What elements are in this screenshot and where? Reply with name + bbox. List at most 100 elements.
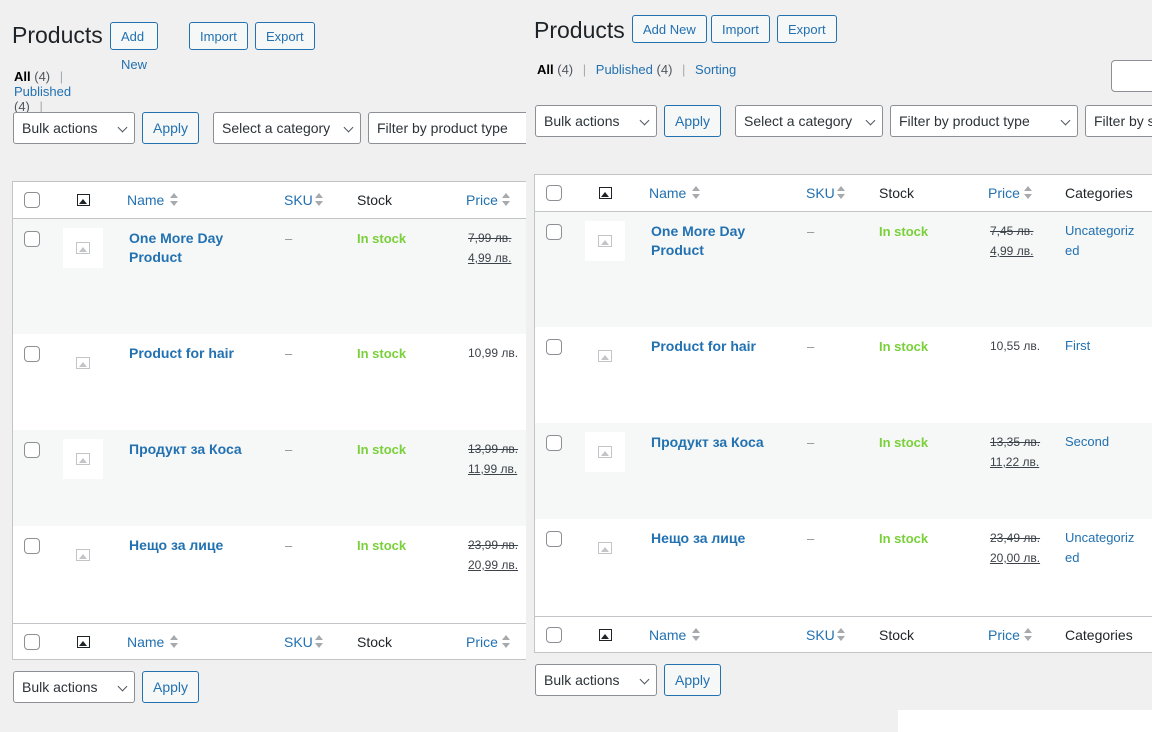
- row-checkbox[interactable]: [24, 231, 40, 247]
- import-button[interactable]: Import: [711, 15, 770, 43]
- apply-button[interactable]: Apply: [142, 112, 200, 144]
- sort-arrows-icon[interactable]: [692, 628, 700, 642]
- bulk-actions-select-bottom[interactable]: Bulk actions: [535, 664, 657, 696]
- sort-arrows-icon[interactable]: [315, 193, 323, 207]
- column-name-header[interactable]: Name: [649, 185, 686, 201]
- view-sorting-link[interactable]: Sorting: [695, 62, 736, 77]
- sort-arrows-icon[interactable]: [170, 635, 178, 649]
- column-sku-header[interactable]: SKU: [806, 185, 835, 201]
- select-all-checkbox[interactable]: [24, 634, 40, 650]
- row-checkbox[interactable]: [24, 346, 40, 362]
- select-all-checkbox[interactable]: [546, 627, 562, 643]
- column-name-header[interactable]: Name: [127, 192, 164, 208]
- select-all-checkbox[interactable]: [24, 192, 40, 208]
- sort-arrows-icon[interactable]: [502, 635, 510, 649]
- column-price-header[interactable]: Price: [466, 634, 498, 650]
- bulk-actions-select[interactable]: Bulk actions: [535, 105, 657, 137]
- placeholder-image-icon: [598, 446, 612, 458]
- export-button[interactable]: Export: [255, 22, 315, 50]
- stock-status-filter-select[interactable]: Filter by s: [1085, 105, 1152, 137]
- column-price-header[interactable]: Price: [988, 185, 1020, 201]
- apply-button-bottom[interactable]: Apply: [142, 671, 200, 703]
- product-category-link[interactable]: Second: [1065, 432, 1109, 452]
- column-sku-header[interactable]: SKU: [284, 634, 313, 650]
- product-name-link[interactable]: Product for hair: [129, 344, 234, 363]
- bulk-actions-select-bottom[interactable]: Bulk actions: [13, 671, 135, 703]
- bulk-actions-select[interactable]: Bulk actions: [13, 112, 135, 144]
- product-thumbnail[interactable]: [63, 439, 103, 479]
- row-checkbox[interactable]: [546, 339, 562, 355]
- product-thumbnail[interactable]: [63, 535, 103, 575]
- table-row: One More Day Product – In stock 7,45 лв. 4…: [535, 212, 1152, 327]
- bulk-actions-label: Bulk actions: [22, 679, 98, 695]
- category-filter-select[interactable]: Select a category: [735, 105, 883, 137]
- row-checkbox[interactable]: [546, 435, 562, 451]
- product-name-link[interactable]: Продукт за Коса: [129, 440, 242, 459]
- sort-arrows-icon[interactable]: [315, 635, 323, 649]
- product-thumbnail[interactable]: [585, 221, 625, 261]
- row-checkbox[interactable]: [24, 442, 40, 458]
- product-price: 10,55 лв.: [990, 339, 1041, 353]
- column-stock-header: Stock: [879, 627, 915, 643]
- product-category-link[interactable]: Uncategoriz ed: [1065, 528, 1134, 568]
- product-sku: –: [807, 224, 815, 239]
- column-stock-header: Stock: [879, 185, 915, 201]
- search-input[interactable]: [1111, 60, 1152, 92]
- product-category-link[interactable]: Uncategoriz ed: [1065, 221, 1134, 261]
- row-checkbox[interactable]: [546, 224, 562, 240]
- sort-arrows-icon[interactable]: [692, 186, 700, 200]
- product-price: 23,99 лв. 20,99 лв.: [468, 535, 518, 575]
- product-name-link[interactable]: Product for hair: [651, 337, 756, 356]
- product-type-filter-select[interactable]: Filter by product type: [368, 112, 526, 144]
- apply-button-bottom[interactable]: Apply: [664, 664, 722, 696]
- column-price-header[interactable]: Price: [988, 627, 1020, 643]
- product-sku: –: [807, 435, 815, 450]
- product-name-link[interactable]: Нещо за лице: [651, 529, 745, 548]
- product-thumbnail[interactable]: [585, 528, 625, 568]
- export-button[interactable]: Export: [777, 15, 837, 43]
- sort-arrows-icon[interactable]: [837, 186, 845, 200]
- product-thumbnail[interactable]: [63, 228, 103, 268]
- sort-arrows-icon[interactable]: [502, 193, 510, 207]
- column-price-header[interactable]: Price: [466, 192, 498, 208]
- product-thumbnail[interactable]: [585, 336, 625, 376]
- import-button[interactable]: Import: [189, 22, 248, 50]
- product-sku: –: [807, 531, 815, 546]
- stock-status: In stock: [879, 435, 929, 450]
- view-all-link[interactable]: All: [14, 69, 31, 84]
- add-new-button[interactable]: Add New: [110, 22, 158, 72]
- product-thumbnail[interactable]: [63, 343, 103, 383]
- row-checkbox[interactable]: [546, 531, 562, 547]
- column-name-header[interactable]: Name: [649, 627, 686, 643]
- regular-price: 7,99 лв.: [468, 231, 512, 245]
- table-row: One More Day Product – In stock 7,99 лв. 4…: [13, 219, 526, 334]
- products-table: Name SKU Stock Price One More Day Product…: [12, 181, 526, 660]
- column-name-header[interactable]: Name: [127, 634, 164, 650]
- right-screenshot-panel: Products Add New Import Export All (4) |…: [526, 0, 1152, 710]
- view-published-link[interactable]: Published: [596, 62, 653, 77]
- sort-arrows-icon[interactable]: [1024, 628, 1032, 642]
- table-row: Product for hair – In stock 10,99 лв.: [13, 334, 526, 430]
- add-new-button[interactable]: Add New: [632, 15, 707, 43]
- sort-arrows-icon[interactable]: [837, 628, 845, 642]
- product-type-filter-select[interactable]: Filter by product type: [890, 105, 1078, 137]
- sort-arrows-icon[interactable]: [170, 193, 178, 207]
- view-separator: |: [682, 62, 686, 77]
- category-filter-select[interactable]: Select a category: [213, 112, 361, 144]
- product-thumbnail[interactable]: [585, 432, 625, 472]
- product-name-link[interactable]: Продукт за Коса: [651, 433, 764, 452]
- product-category-link[interactable]: First: [1065, 336, 1090, 356]
- row-checkbox[interactable]: [24, 538, 40, 554]
- product-name-link[interactable]: Нещо за лице: [129, 536, 223, 555]
- view-all-link[interactable]: All: [537, 62, 554, 77]
- column-sku-header[interactable]: SKU: [806, 627, 835, 643]
- chevron-down-icon: [1060, 115, 1071, 126]
- view-published-link[interactable]: Published: [14, 84, 71, 99]
- sort-arrows-icon[interactable]: [1024, 186, 1032, 200]
- column-stock-header: Stock: [357, 634, 393, 650]
- product-name-link[interactable]: One More Day Product: [651, 222, 745, 260]
- product-name-link[interactable]: One More Day Product: [129, 229, 223, 267]
- column-sku-header[interactable]: SKU: [284, 192, 313, 208]
- apply-button[interactable]: Apply: [664, 105, 722, 137]
- select-all-checkbox[interactable]: [546, 185, 562, 201]
